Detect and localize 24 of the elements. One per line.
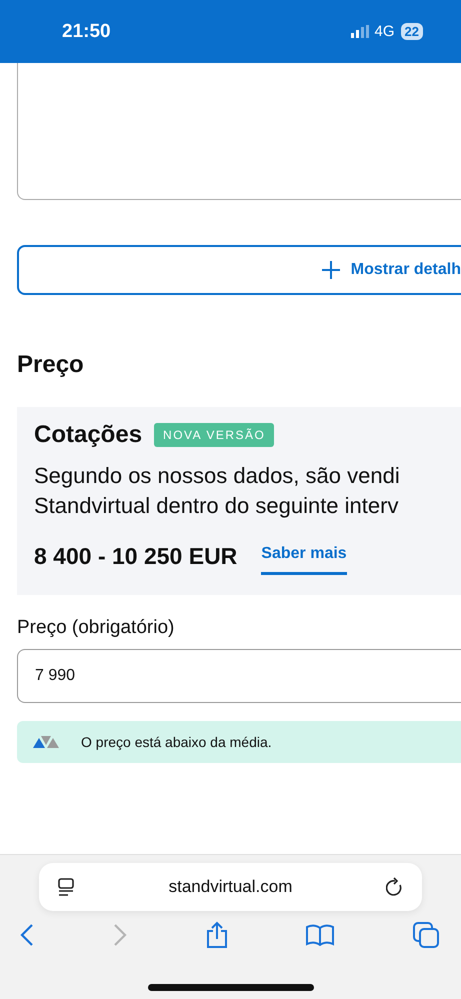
field-label: Preço (obrigatório): [17, 617, 176, 639]
section-heading: Preço: [17, 351, 85, 379]
price-indicator-icon: [33, 736, 61, 748]
address-bar[interactable]: standvirtual.com: [39, 863, 422, 911]
show-details-button[interactable]: Mostrar detalh: [17, 245, 461, 295]
battery-level: 22: [400, 23, 423, 40]
card-title: Cotações: [34, 421, 142, 449]
share-icon[interactable]: [206, 921, 228, 949]
price-input[interactable]: 7 990: [17, 649, 461, 703]
notice-text: O preço está abaixo da média.: [81, 734, 272, 750]
signal-icon: [350, 25, 369, 38]
network-label: 4G: [374, 23, 395, 40]
learn-more-link[interactable]: Saber mais: [261, 537, 347, 575]
new-version-badge: NOVA VERSÃO: [154, 423, 274, 447]
back-icon[interactable]: [20, 923, 34, 947]
plus-icon: [320, 260, 341, 280]
page-menu-icon[interactable]: [57, 878, 75, 896]
reload-icon[interactable]: [386, 877, 404, 897]
quotes-description: Segundo os nossos dados, são vendi Standvirtual dentro do seguinte interv: [34, 462, 401, 520]
clock: 21:50: [62, 20, 112, 42]
price-range: 8 400 - 10 250 EUR: [34, 542, 238, 570]
book-icon[interactable]: [306, 924, 334, 946]
url-text: standvirtual.com: [168, 877, 292, 897]
tabs-icon[interactable]: [413, 922, 439, 948]
